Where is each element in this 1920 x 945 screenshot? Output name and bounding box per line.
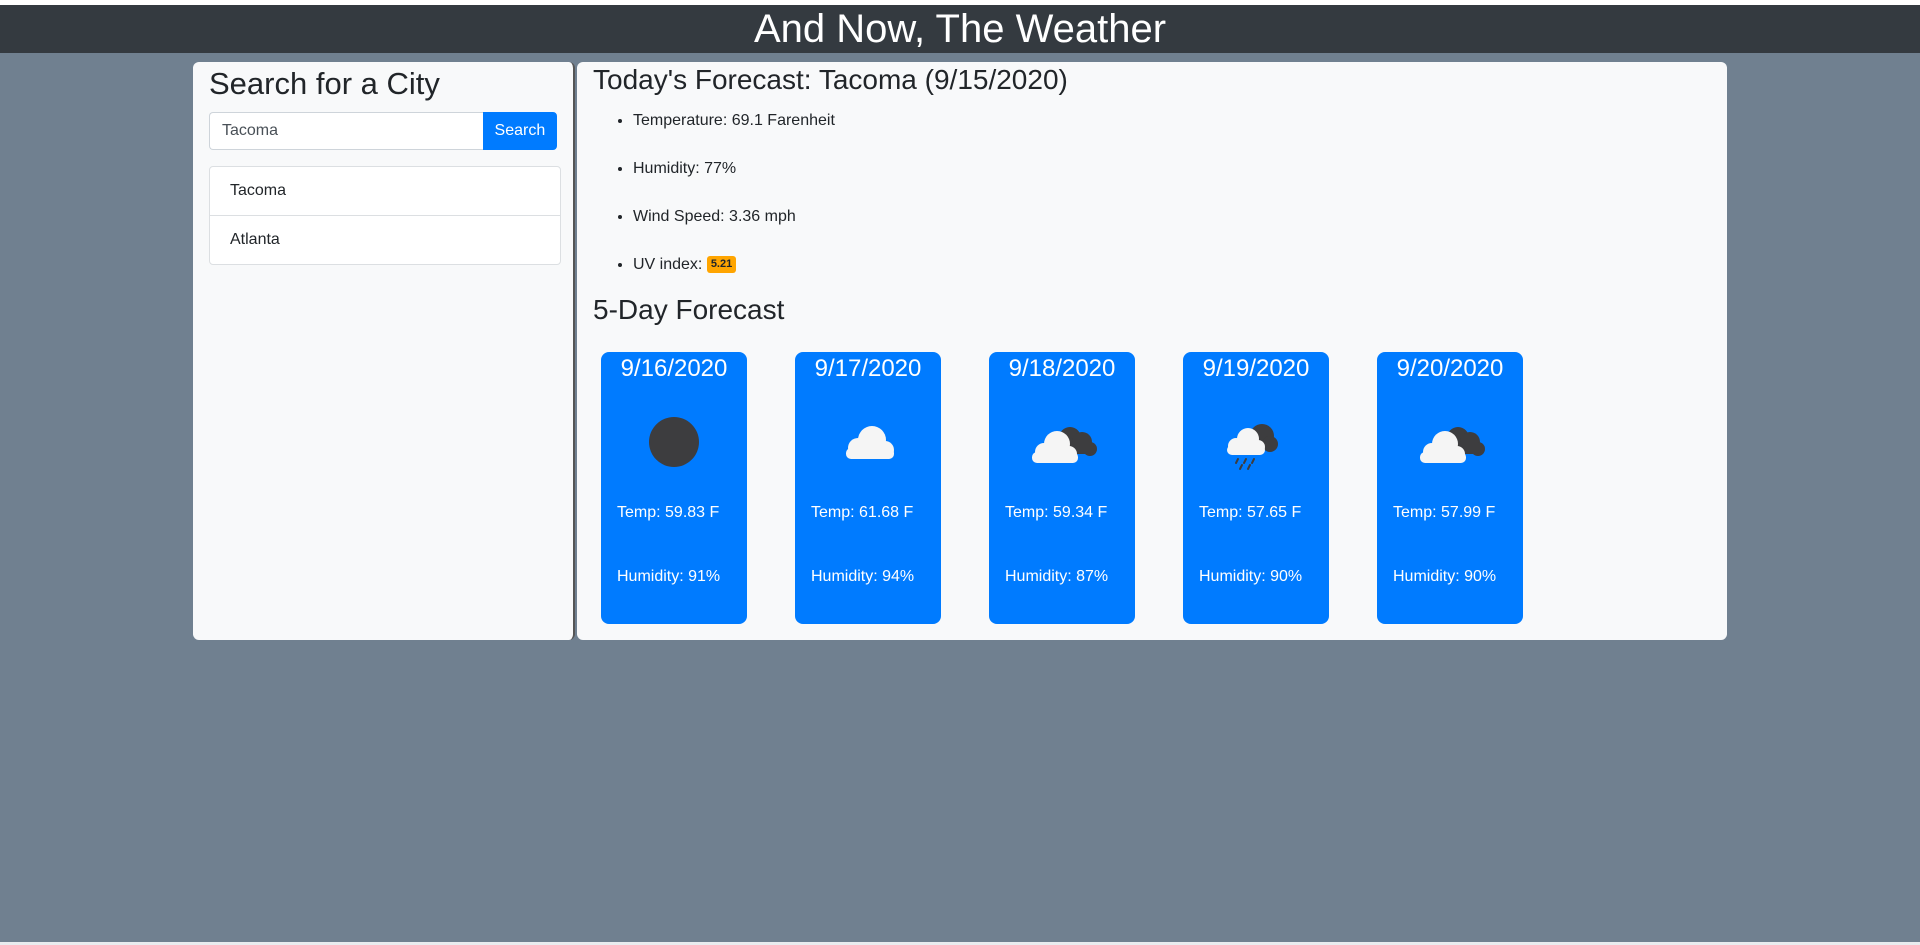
forecast-card: 9/17/2020 Temp: 61.68 F Humidity: 94%: [795, 352, 941, 624]
uv-index-label: UV index:: [633, 256, 707, 273]
today-forecast-title: Today's Forecast: Tacoma (9/15/2020): [593, 64, 1068, 95]
forecast-temp: Temp: 59.34 F: [1005, 504, 1108, 521]
history-item-tacoma[interactable]: Tacoma: [210, 167, 560, 215]
search-title: Search for a City: [209, 66, 440, 101]
forecast-temp: Temp: 57.99 F: [1393, 504, 1496, 521]
temperature-item: Temperature: 69.1 Farenheit: [633, 109, 1711, 133]
forecast-date: 9/17/2020: [814, 355, 922, 382]
forecast-card: 9/16/2020 Temp: 59.83 F Humidity: 91%: [601, 352, 747, 624]
page-title: And Now, The Weather: [753, 7, 1167, 51]
uv-index-badge: 5.21: [706, 256, 737, 274]
forecast-temp: Temp: 59.83 F: [617, 504, 720, 521]
forecast-date: 9/19/2020: [1202, 355, 1310, 382]
cloud-icon: [846, 426, 894, 459]
forecast-humidity: Humidity: 90%: [1199, 568, 1303, 585]
forecast-date: 9/18/2020: [1008, 355, 1116, 382]
forecast-card: 9/20/2020 Temp: 57.99 F Humidity: 90%: [1377, 352, 1523, 624]
uv-index-item: UV index: 5.21: [633, 253, 1711, 277]
forecast-temp: Temp: 61.68 F: [811, 504, 914, 521]
history-item-atlanta[interactable]: Atlanta: [210, 215, 560, 264]
forecast-card: 9/19/2020 Temp: 57.65 F Humidity: 90%: [1183, 352, 1329, 624]
search-row: Search: [209, 112, 557, 150]
broken-clouds-icon: [1420, 427, 1485, 463]
search-button[interactable]: Search: [482, 112, 557, 150]
clear-sky-icon: [649, 417, 699, 467]
today-conditions-list: Temperature: 69.1 Farenheit Humidity: 77…: [593, 109, 1711, 277]
forecast-panel: Today's Forecast: Tacoma (9/15/2020) Tem…: [577, 62, 1727, 640]
forecast-date: 9/20/2020: [1396, 355, 1504, 382]
broken-clouds-icon: [1032, 427, 1097, 463]
forecast-humidity: Humidity: 91%: [617, 568, 721, 585]
forecast-date: 9/16/2020: [620, 355, 728, 382]
rain-cloud-icon: [1227, 424, 1278, 470]
forecast-temp: Temp: 57.65 F: [1199, 504, 1302, 521]
humidity-item: Humidity: 77%: [633, 157, 1711, 181]
search-panel: Search for a City Search Tacoma Atlanta: [193, 62, 575, 640]
search-history-list: Tacoma Atlanta: [209, 166, 561, 265]
forecast-humidity: Humidity: 87%: [1005, 568, 1109, 585]
wind-speed-item: Wind Speed: 3.36 mph: [633, 205, 1711, 229]
forecast-cards: 9/16/2020 Temp: 59.83 F Humidity: 91% 9/…: [601, 352, 1571, 624]
forecast-humidity: Humidity: 90%: [1393, 568, 1497, 585]
forecast-humidity: Humidity: 94%: [811, 568, 915, 585]
five-day-forecast-title: 5-Day Forecast: [593, 294, 785, 325]
navbar: And Now, The Weather: [0, 5, 1920, 53]
city-search-input[interactable]: [209, 112, 483, 150]
forecast-card: 9/18/2020 Temp: 59.34 F Humidity: 87%: [989, 352, 1135, 624]
